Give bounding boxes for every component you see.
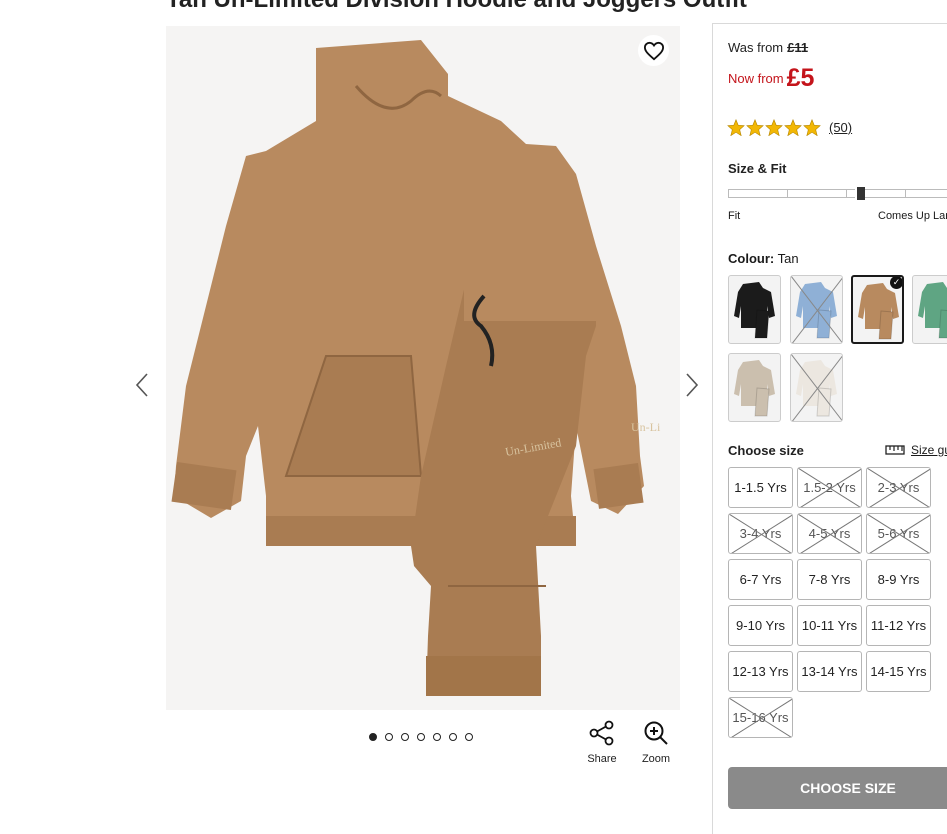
star-icon bbox=[727, 119, 745, 136]
unavailable-cross-icon bbox=[798, 514, 861, 553]
share-icon bbox=[589, 720, 614, 746]
star-icon bbox=[784, 119, 802, 136]
size-option[interactable]: 15-16 Yrs bbox=[728, 697, 793, 738]
size-option[interactable]: 10-11 Yrs bbox=[797, 605, 862, 646]
size-option-label: 14-15 Yrs bbox=[870, 664, 927, 679]
size-option-label: 10-11 Yrs bbox=[801, 618, 858, 633]
wishlist-heart-button[interactable] bbox=[638, 35, 669, 66]
size-option[interactable]: 1-1.5 Yrs bbox=[728, 467, 793, 508]
gallery-dot[interactable] bbox=[465, 733, 473, 741]
colour-swatch[interactable] bbox=[912, 275, 947, 344]
size-option-label: 11-12 Yrs bbox=[870, 618, 927, 633]
size-option[interactable]: 11-12 Yrs bbox=[866, 605, 931, 646]
product-title: Tan Un-Limited Division Hoodie and Jogge… bbox=[166, 0, 747, 14]
size-option-label: 7-8 Yrs bbox=[808, 572, 851, 587]
ruler-icon bbox=[885, 445, 905, 455]
size-option[interactable]: 2-3 Yrs bbox=[866, 467, 931, 508]
gallery-dot[interactable] bbox=[433, 733, 441, 741]
unavailable-cross-icon bbox=[867, 514, 930, 553]
fit-marker bbox=[855, 187, 865, 200]
gallery-dots bbox=[369, 733, 473, 741]
choose-size-title: Choose size bbox=[728, 443, 804, 458]
size-option[interactable]: 13-14 Yrs bbox=[797, 651, 862, 692]
heart-icon bbox=[643, 41, 664, 60]
chevron-right-icon bbox=[686, 373, 699, 397]
fit-right-label: Comes Up Large bbox=[878, 210, 947, 222]
gallery-dot[interactable] bbox=[401, 733, 409, 741]
zoom-label: Zoom bbox=[641, 753, 671, 765]
swatch-garment-icon bbox=[918, 282, 947, 339]
size-option[interactable]: 7-8 Yrs bbox=[797, 559, 862, 600]
gallery-dot[interactable] bbox=[417, 733, 425, 741]
rating-row[interactable]: (50) bbox=[727, 119, 852, 136]
product-image[interactable]: Un-Limited Un-Li bbox=[166, 26, 680, 710]
gallery-dot[interactable] bbox=[369, 733, 377, 741]
size-option[interactable]: 5-6 Yrs bbox=[866, 513, 931, 554]
size-option[interactable]: 9-10 Yrs bbox=[728, 605, 793, 646]
colour-swatch[interactable] bbox=[790, 353, 843, 422]
colour-title: Colour: Tan bbox=[728, 251, 799, 266]
zoom-button[interactable]: Zoom bbox=[638, 720, 674, 765]
now-price: £5 bbox=[786, 64, 815, 92]
star-icon bbox=[803, 119, 821, 136]
unavailable-cross-icon bbox=[867, 468, 930, 507]
size-option[interactable]: 1.5-2 Yrs bbox=[797, 467, 862, 508]
chevron-left-icon bbox=[135, 373, 148, 397]
fit-scale bbox=[728, 187, 947, 200]
gallery-dot[interactable] bbox=[385, 733, 393, 741]
selected-check-icon: ✓ bbox=[890, 277, 902, 289]
size-option[interactable]: 14-15 Yrs bbox=[866, 651, 931, 692]
was-label: Was from bbox=[728, 40, 784, 55]
gallery-dot[interactable] bbox=[449, 733, 457, 741]
star-icon bbox=[765, 119, 783, 136]
fit-left-label: Fit bbox=[728, 210, 741, 222]
size-option[interactable]: 6-7 Yrs bbox=[728, 559, 793, 600]
size-option[interactable]: 4-5 Yrs bbox=[797, 513, 862, 554]
size-option[interactable]: 8-9 Yrs bbox=[866, 559, 931, 600]
colour-swatch[interactable] bbox=[728, 275, 781, 344]
size-option[interactable]: 12-13 Yrs bbox=[728, 651, 793, 692]
colour-swatch[interactable]: ✓ bbox=[851, 275, 904, 344]
gallery-prev-arrow[interactable] bbox=[133, 372, 153, 398]
was-price-row: Was from £11 bbox=[728, 40, 808, 55]
now-label: Now from bbox=[728, 71, 784, 86]
star-icon bbox=[746, 119, 764, 136]
product-purchase-panel: Was from £11 Now from £5 (50) Size & Fit F… bbox=[712, 23, 947, 834]
share-label: Share bbox=[587, 753, 617, 765]
share-button[interactable]: Share bbox=[585, 720, 619, 765]
colour-selected: Tan bbox=[777, 251, 799, 266]
size-fit-title: Size & Fit bbox=[728, 161, 787, 176]
swatch-garment-icon bbox=[734, 360, 775, 417]
size-option[interactable]: 3-4 Yrs bbox=[728, 513, 793, 554]
size-guide-label: Size guide bbox=[911, 443, 947, 457]
was-price: £11 bbox=[787, 40, 809, 55]
swatch-garment-icon bbox=[734, 282, 775, 339]
size-option-label: 13-14 Yrs bbox=[801, 664, 858, 679]
size-option-label: 8-9 Yrs bbox=[877, 572, 920, 587]
swatch-garment-icon bbox=[791, 276, 842, 343]
svg-text:Un-Li: Un-Li bbox=[631, 420, 661, 434]
unavailable-cross-icon bbox=[729, 514, 792, 553]
now-price-row: Now from £5 bbox=[728, 64, 814, 93]
unavailable-cross-icon bbox=[798, 468, 861, 507]
size-option-label: 1-1.5 Yrs bbox=[734, 480, 787, 495]
size-option-label: 6-7 Yrs bbox=[739, 572, 782, 587]
gallery-next-arrow[interactable] bbox=[681, 372, 701, 398]
swatch-garment-icon bbox=[791, 354, 842, 421]
colour-swatch[interactable] bbox=[790, 275, 843, 344]
unavailable-cross-icon bbox=[729, 698, 792, 737]
size-option-label: 9-10 Yrs bbox=[736, 618, 785, 633]
colour-swatch[interactable] bbox=[728, 353, 781, 422]
choose-size-button[interactable]: CHOOSE SIZE bbox=[728, 767, 947, 809]
hoodie-joggers-illustration: Un-Limited Un-Li bbox=[171, 40, 661, 696]
size-guide-link[interactable]: Size guide bbox=[885, 443, 947, 457]
colour-label: Colour: bbox=[728, 251, 775, 266]
size-option-label: 12-13 Yrs bbox=[732, 664, 789, 679]
zoom-in-icon bbox=[644, 721, 668, 745]
review-count-link[interactable]: (50) bbox=[829, 120, 852, 135]
